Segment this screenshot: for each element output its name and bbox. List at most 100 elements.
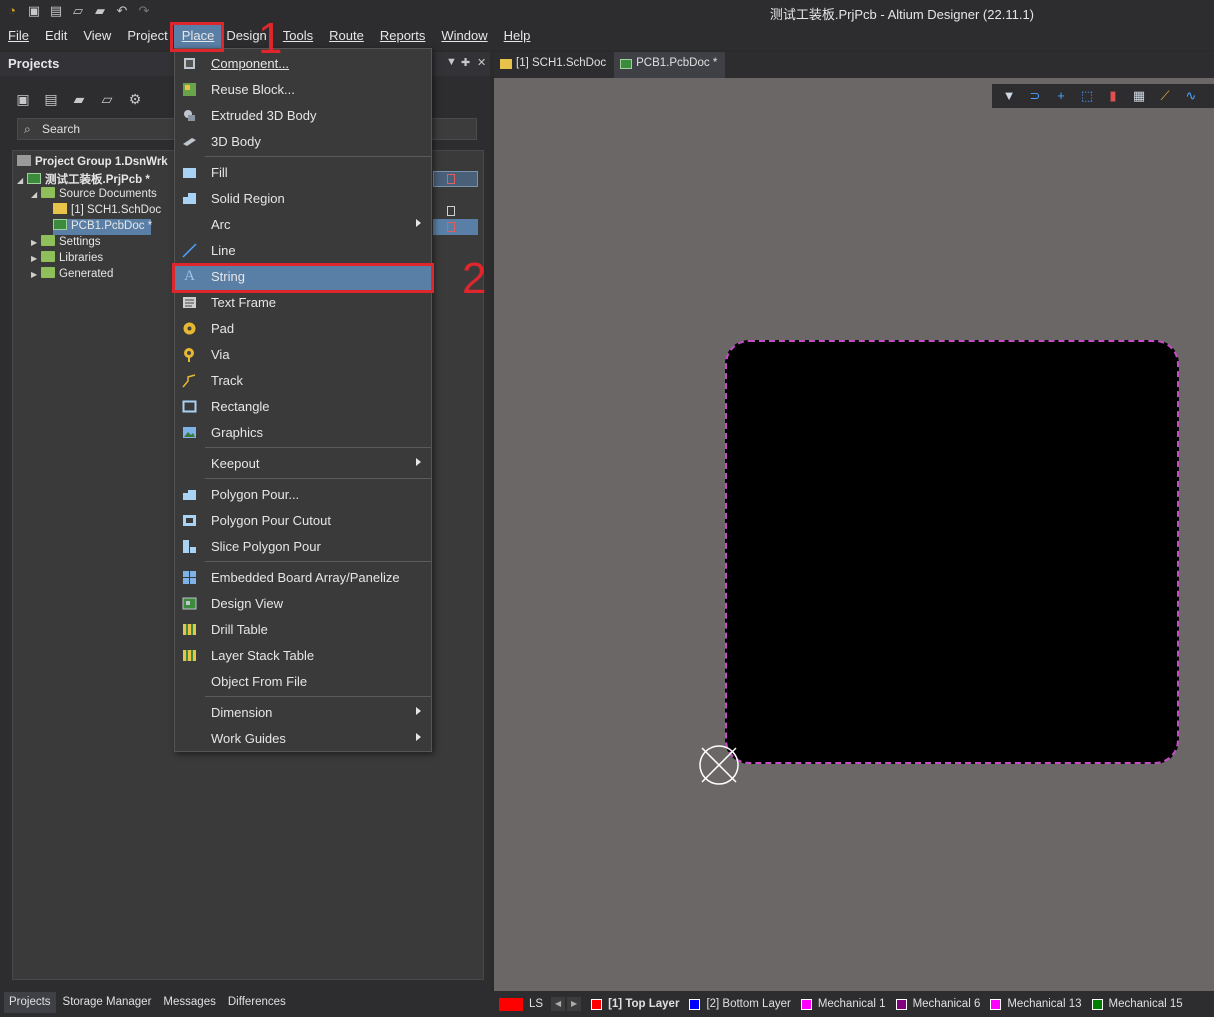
menu-item-keepout[interactable]: Keepout (175, 451, 431, 477)
layer-color-swatch (1091, 998, 1103, 1010)
tab-sch-doc[interactable]: [1] SCH1.SchDoc (494, 52, 614, 78)
menu-route[interactable]: Route (321, 24, 372, 50)
layer-tab[interactable]: Mechanical 1 (800, 998, 886, 1010)
place-cross-icon[interactable]: + (1052, 87, 1070, 105)
layer-tab[interactable]: [2] Bottom Layer (689, 998, 791, 1010)
menu-item-label: Drill Table (211, 622, 268, 637)
tree-item-label: 测试工装板.PrjPcb * (45, 174, 150, 186)
menu-item-text-frame[interactable]: Text Frame (175, 290, 431, 316)
menu-view[interactable]: View (75, 24, 119, 50)
select-rectangle-icon[interactable]: ⬚ (1078, 87, 1096, 105)
filter-icon[interactable]: ▼ (1000, 87, 1018, 105)
current-layer-swatch[interactable] (499, 997, 523, 1011)
pcb-canvas[interactable]: ▼ ⊃ + ⬚ ▮ ▦ ⟋ ∿ (494, 78, 1214, 991)
menu-item-via[interactable]: Via (175, 342, 431, 368)
menu-item-pad[interactable]: Pad (175, 316, 431, 342)
menu-item-string[interactable]: A String (175, 264, 431, 290)
open-project-icon[interactable]: ▰ (92, 3, 108, 19)
polygon-cutout-icon (183, 515, 196, 526)
component-icon[interactable]: ▦ (1130, 87, 1148, 105)
layer-list: [1] Top Layer [2] Bottom Layer Mechanical … (581, 998, 1183, 1010)
menu-window[interactable]: Window (433, 24, 495, 50)
tree-item-project-group[interactable]: Project Group 1.DsnWrk (17, 155, 168, 171)
tree-item-libraries[interactable]: ▶ Libraries (31, 251, 103, 267)
panel-close-icon[interactable]: ✕ (477, 56, 486, 69)
tab-storage-manager[interactable]: Storage Manager (58, 992, 157, 1013)
menu-item-layer-stack-table[interactable]: Layer Stack Table (175, 643, 431, 669)
menu-place[interactable]: Place (173, 24, 222, 50)
menu-item-dimension[interactable]: Dimension (175, 700, 431, 726)
menu-item-slice-polygon-pour[interactable]: Slice Polygon Pour (175, 534, 431, 560)
tree-item-sch-doc[interactable]: [1] SCH1.SchDoc (53, 203, 161, 219)
app-logo-icon[interactable]: ◔ (4, 3, 20, 19)
layer-set-button[interactable]: LS (529, 998, 543, 1010)
gear-icon[interactable]: ⚙ (126, 90, 144, 108)
layer-color-swatch (800, 998, 812, 1010)
menu-item-embedded-board-array[interactable]: Embedded Board Array/Panelize (175, 565, 431, 591)
menu-project[interactable]: Project (119, 24, 173, 50)
menu-item-line[interactable]: Line (175, 238, 431, 264)
tree-item-pcb-doc[interactable]: PCB1.PcbDoc * (53, 219, 152, 235)
menu-item-design-view[interactable]: Design View (175, 591, 431, 617)
compile-icon[interactable]: ▤ (42, 90, 60, 108)
menu-item-reuse-block[interactable]: Reuse Block... (175, 77, 431, 103)
tab-messages[interactable]: Messages (158, 992, 220, 1013)
tree-item-settings[interactable]: ▶ Settings (31, 235, 101, 251)
layer-stack-table-icon (183, 650, 196, 661)
menu-item-component[interactable]: Component... (175, 51, 431, 77)
layer-tab[interactable]: Mechanical 13 (990, 998, 1082, 1010)
menu-item-polygon-pour[interactable]: Polygon Pour... (175, 482, 431, 508)
menu-item-graphics[interactable]: Graphics (175, 420, 431, 446)
open-icon[interactable]: ▱ (70, 3, 86, 19)
layer-tab[interactable]: Mechanical 15 (1091, 998, 1183, 1010)
collapse-icon[interactable]: ▶ (31, 270, 41, 279)
layer-tab[interactable]: [1] Top Layer (591, 998, 679, 1010)
scroll-left-icon[interactable]: ◀ (551, 997, 566, 1011)
expand-icon[interactable]: ◢ (31, 190, 41, 199)
save-icon[interactable]: ▣ (14, 90, 32, 108)
tab-differences[interactable]: Differences (223, 992, 291, 1013)
menu-help[interactable]: Help (496, 24, 539, 50)
panel-menu-icon[interactable]: ▼ (446, 56, 457, 68)
collapse-icon[interactable]: ▶ (31, 238, 41, 247)
align-icon[interactable]: ▮ (1104, 87, 1122, 105)
menu-item-extruded-3d-body[interactable]: Extruded 3D Body (175, 103, 431, 129)
undo-icon[interactable]: ↶ (114, 3, 130, 19)
add-folder-icon[interactable]: ▱ (98, 90, 116, 108)
menu-file[interactable]: File (0, 24, 37, 50)
menu-edit[interactable]: Edit (37, 24, 75, 50)
menu-place-label: Place (181, 28, 215, 43)
menu-item-track[interactable]: Track (175, 368, 431, 394)
menu-item-arc[interactable]: Arc (175, 212, 431, 238)
projects-toolbar: ▣ ▤ ▰ ▱ ⚙ (14, 90, 144, 108)
panel-pin-icon[interactable]: ✚ (461, 56, 470, 69)
menu-item-drill-table[interactable]: Drill Table (175, 617, 431, 643)
menu-item-fill[interactable]: Fill (175, 160, 431, 186)
menu-reports[interactable]: Reports (372, 24, 434, 50)
menu-item-polygon-pour-cutout[interactable]: Polygon Pour Cutout (175, 508, 431, 534)
tree-item-source-documents[interactable]: ◢ Source Documents (31, 187, 157, 203)
collapse-icon[interactable]: ▶ (31, 254, 41, 263)
menu-item-work-guides[interactable]: Work Guides (175, 726, 431, 752)
expand-icon[interactable]: ◢ (17, 176, 27, 185)
scroll-right-icon[interactable]: ▶ (567, 997, 582, 1011)
menu-item-3d-body[interactable]: 3D Body (175, 129, 431, 155)
tab-projects[interactable]: Projects (4, 992, 56, 1013)
tab-pcb-doc[interactable]: PCB1.PcbDoc * (614, 52, 726, 78)
menu-item-label: Polygon Pour... (211, 487, 300, 502)
save-all-icon[interactable]: ▤ (48, 3, 64, 19)
tree-item-generated[interactable]: ▶ Generated (31, 267, 113, 283)
interactive-routing-icon[interactable]: ⊃ (1026, 87, 1044, 105)
open-folder-icon[interactable]: ▰ (70, 90, 88, 108)
trace-icon[interactable]: ∿ (1182, 87, 1200, 105)
pcb-doc-icon (620, 59, 633, 69)
layer-tab[interactable]: Mechanical 6 (895, 998, 980, 1010)
tree-item-project[interactable]: ◢ 测试工装板.PrjPcb * (17, 171, 150, 187)
route-icon[interactable]: ⟋ (1156, 87, 1174, 105)
redo-icon[interactable]: ↷ (136, 3, 152, 19)
menu-item-object-from-file[interactable]: Object From File (175, 669, 431, 695)
menu-item-rectangle[interactable]: Rectangle (175, 394, 431, 420)
save-icon[interactable]: ▣ (26, 3, 42, 19)
pcb-board-shape[interactable] (725, 340, 1179, 764)
menu-item-solid-region[interactable]: Solid Region (175, 186, 431, 212)
